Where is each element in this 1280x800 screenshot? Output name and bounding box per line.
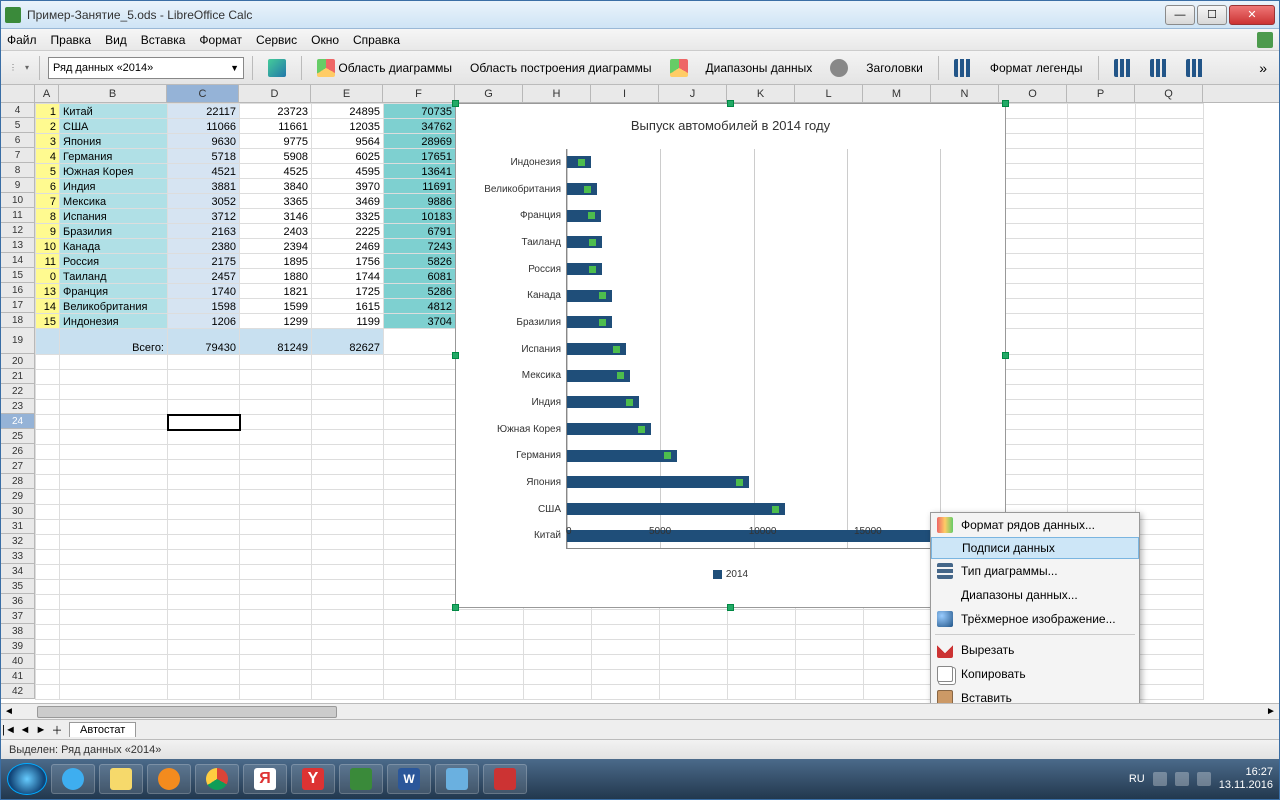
tab-next[interactable]: ► [33, 724, 49, 736]
ctx-item[interactable]: Вставить [931, 686, 1139, 703]
task-calc[interactable] [339, 764, 383, 794]
resize-handle[interactable] [452, 604, 459, 611]
task-yandex[interactable]: Я [243, 764, 287, 794]
status-text: Выделен: Ряд данных «2014» [9, 744, 161, 756]
ctx-item[interactable]: Формат рядов данных... [931, 513, 1139, 537]
chart-area-button[interactable]: Область диаграммы [310, 56, 459, 80]
menu-help[interactable]: Справка [353, 33, 400, 47]
3d-view-button[interactable] [261, 56, 293, 80]
chart-object[interactable]: Выпуск автомобилей в 2014 году Индонезия… [455, 103, 1006, 608]
tray-clock[interactable]: 16:27 13.11.2016 [1219, 766, 1273, 792]
menu-file[interactable]: Файл [7, 33, 37, 47]
ctx-item[interactable]: Диапазоны данных... [931, 583, 1139, 607]
minimize-button[interactable]: — [1165, 5, 1195, 25]
tray-flag-icon[interactable] [1153, 772, 1167, 786]
app-icon [5, 7, 21, 23]
resize-handle[interactable] [452, 100, 459, 107]
task-yandex2[interactable]: Y [291, 764, 335, 794]
ctx-item[interactable]: Тип диаграммы... [931, 559, 1139, 583]
legend-swatch [713, 570, 722, 579]
resize-handle[interactable] [1002, 352, 1009, 359]
grid-h-button[interactable] [1107, 56, 1139, 80]
chart-legend[interactable]: 2014 [456, 569, 1005, 580]
titlebar: Пример-Занятие_5.ods - LibreOffice Calc … [1, 1, 1279, 29]
chart-plot-area[interactable]: ИндонезияВеликобританияФранцияТаиландРос… [566, 149, 987, 549]
resize-handle[interactable] [727, 604, 734, 611]
chart-x-ticks: 05000100001500020000 [566, 526, 987, 537]
chart-title[interactable]: Выпуск автомобилей в 2014 году [456, 104, 1005, 139]
task-chrome[interactable] [195, 764, 239, 794]
menubar: Файл Правка Вид Вставка Формат Сервис Ок… [1, 29, 1279, 51]
close-button[interactable]: ✕ [1229, 5, 1275, 25]
ctx-item[interactable]: Копировать [931, 662, 1139, 686]
task-explorer[interactable] [99, 764, 143, 794]
task-word[interactable]: W [387, 764, 431, 794]
taskbar: Я Y W RU 16:27 13.11.2016 [1, 759, 1279, 799]
select-all-corner[interactable] [1, 85, 35, 103]
download-icon[interactable] [1257, 32, 1273, 48]
scroll-thumb[interactable] [37, 706, 337, 718]
resize-handle[interactable] [727, 100, 734, 107]
tab-first[interactable]: |◄ [1, 724, 17, 736]
sheet-tabs-bar: |◄ ◄ ► ＋ Автостат [1, 719, 1279, 739]
legend-format-button[interactable]: Формат легенды [983, 56, 1090, 80]
menu-window[interactable]: Окно [311, 33, 339, 47]
menu-view[interactable]: Вид [105, 33, 127, 47]
toolbar-overflow-icon[interactable]: ▾ [25, 63, 29, 72]
tab-add[interactable]: ＋ [49, 722, 65, 738]
tray-lang[interactable]: RU [1129, 773, 1145, 785]
scroll-left-icon[interactable]: ◄ [1, 706, 17, 717]
context-menu: Формат рядов данных...Подписи данныхТип … [930, 512, 1140, 703]
task-images[interactable] [435, 764, 479, 794]
ctx-item[interactable]: Трёхмерное изображение... [931, 607, 1139, 631]
data-ranges-button[interactable]: Диапазоны данных [699, 56, 820, 80]
chart-wall-button[interactable] [663, 56, 695, 80]
series-combo-value: Ряд данных «2014» [53, 62, 153, 74]
resize-handle[interactable] [452, 352, 459, 359]
tray-network-icon[interactable] [1175, 772, 1189, 786]
pie-icon [317, 59, 335, 77]
chart-toolbar: ⋮ ▾ Ряд данных «2014» ▼ Область диаграмм… [1, 51, 1279, 85]
ctx-item[interactable]: Подписи данных [931, 537, 1139, 559]
axis-icon [1186, 59, 1204, 77]
maximize-button[interactable]: ☐ [1197, 5, 1227, 25]
grid-v-button[interactable] [1143, 56, 1175, 80]
plot-area-button[interactable]: Область построения диаграммы [463, 56, 659, 80]
grid-v-icon [1150, 59, 1168, 77]
menu-insert[interactable]: Вставка [141, 33, 186, 47]
chevron-down-icon: ▼ [230, 63, 239, 73]
legend-icon [954, 59, 972, 77]
statusbar: Выделен: Ряд данных «2014» [1, 739, 1279, 759]
task-media[interactable] [147, 764, 191, 794]
tray-volume-icon[interactable] [1197, 772, 1211, 786]
resize-handle[interactable] [1002, 100, 1009, 107]
sheet-tab[interactable]: Автостат [69, 722, 136, 737]
task-capture[interactable] [483, 764, 527, 794]
start-button[interactable] [7, 763, 47, 795]
titles-button[interactable]: Заголовки [859, 56, 930, 80]
chart-wall-icon [670, 59, 688, 77]
toolbar-grip: ⋮ [9, 63, 17, 72]
ctx-item[interactable]: Вырезать [931, 638, 1139, 662]
row-headers[interactable]: 4567891011121314151617181920212223242526… [1, 103, 35, 699]
menu-format[interactable]: Формат [199, 33, 242, 47]
tab-prev[interactable]: ◄ [17, 724, 33, 736]
cube-icon [268, 59, 286, 77]
axis-button[interactable] [1179, 56, 1211, 80]
toolbar-more[interactable]: » [1253, 60, 1273, 76]
spreadsheet-area[interactable]: ABCDEFGHIJKLMNOPQ 4567891011121314151617… [1, 85, 1279, 703]
grid-h-icon [1114, 59, 1132, 77]
series-combo[interactable]: Ряд данных «2014» ▼ [48, 57, 244, 79]
menu-edit[interactable]: Правка [51, 33, 92, 47]
data-table-button[interactable] [823, 56, 855, 80]
legend-toggle-button[interactable] [947, 56, 979, 80]
horizontal-scrollbar[interactable]: ◄ ► [1, 703, 1279, 719]
window-title: Пример-Занятие_5.ods - LibreOffice Calc [27, 8, 1165, 22]
task-ie[interactable] [51, 764, 95, 794]
menu-tools[interactable]: Сервис [256, 33, 297, 47]
table-icon [830, 59, 848, 77]
column-headers[interactable]: ABCDEFGHIJKLMNOPQ [35, 85, 1279, 103]
scroll-right-icon[interactable]: ► [1263, 706, 1279, 717]
